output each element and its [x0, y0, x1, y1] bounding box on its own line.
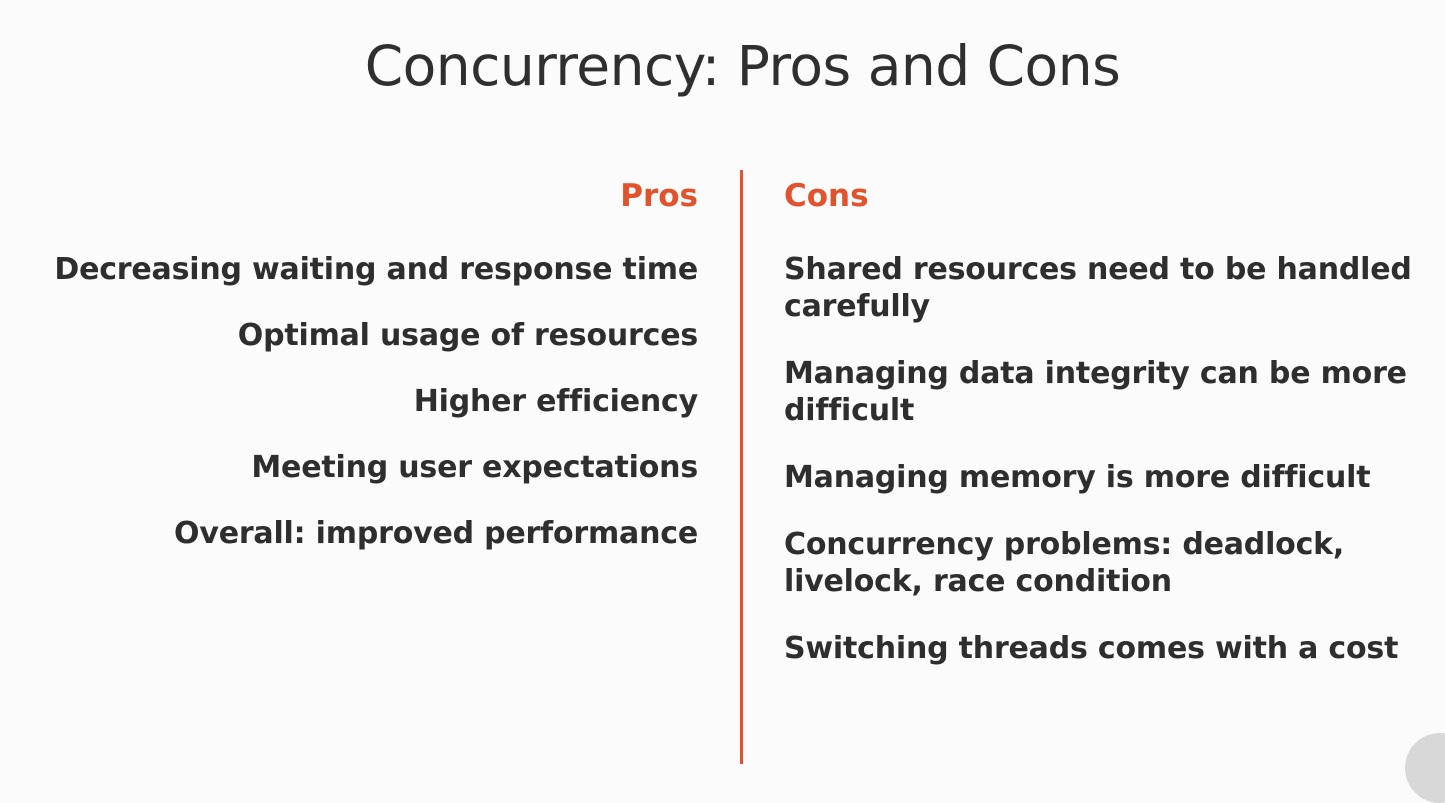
corner-decoration	[1405, 733, 1445, 803]
cons-list: Shared resources need to be handled care…	[784, 251, 1424, 667]
cons-heading: Cons	[784, 178, 869, 214]
slide: Concurrency: Pros and Cons Pros Decreasi…	[0, 0, 1445, 803]
cons-item: Switching threads comes with a cost	[784, 631, 1399, 666]
pros-item: Meeting user expectations	[251, 450, 698, 485]
pros-item: Overall: improved performance	[174, 516, 698, 551]
cons-column: Cons Shared resources need to be handled…	[784, 176, 1424, 697]
cons-item: Concurrency problems: deadlock, livelock…	[784, 527, 1345, 599]
pros-item: Higher efficiency	[413, 384, 698, 419]
cons-item: Shared resources need to be handled care…	[784, 252, 1412, 324]
column-divider	[740, 170, 743, 764]
pros-item: Decreasing waiting and response time	[54, 252, 698, 287]
cons-item: Managing data integrity can be more diff…	[784, 356, 1407, 428]
pros-item: Optimal usage of resources	[237, 318, 698, 353]
pros-list: Decreasing waiting and response time Opt…	[38, 251, 698, 552]
pros-heading: Pros	[620, 178, 698, 214]
slide-title: Concurrency: Pros and Cons	[364, 34, 1121, 98]
pros-column: Pros Decreasing waiting and response tim…	[38, 176, 698, 581]
cons-item: Managing memory is more difficult	[784, 460, 1371, 495]
